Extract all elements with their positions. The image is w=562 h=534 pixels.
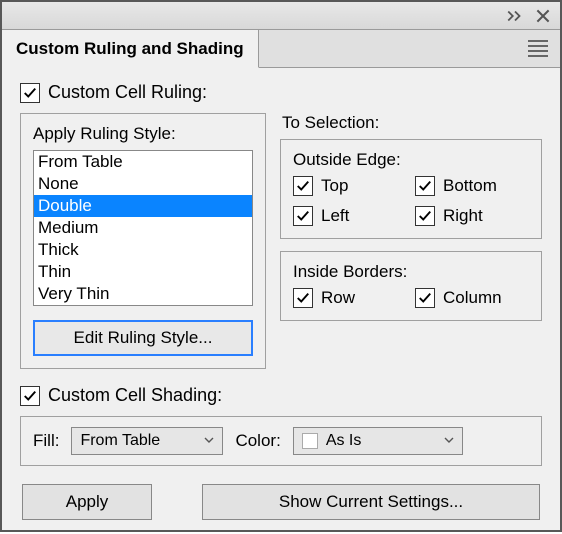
color-select[interactable]: As Is	[293, 427, 463, 455]
dialog-body: Custom Cell Ruling: Apply Ruling Style: …	[2, 68, 560, 534]
inside-borders-group: Inside Borders: Row Column	[280, 251, 542, 321]
inside-row-checkbox[interactable]	[293, 288, 313, 308]
inside-column-row: Column	[415, 288, 529, 308]
outside-edge-group: Outside Edge: Top Bottom Left	[280, 139, 542, 239]
inside-column-label: Column	[443, 288, 502, 308]
chevron-down-icon	[204, 432, 214, 450]
list-item[interactable]: None	[34, 173, 252, 195]
bottom-button-row: Apply Show Current Settings...	[20, 484, 542, 520]
apply-button[interactable]: Apply	[22, 484, 152, 520]
to-selection-column: To Selection: Outside Edge: Top Bottom	[280, 113, 542, 369]
custom-cell-shading-checkbox[interactable]	[20, 386, 40, 406]
outside-left-row: Left	[293, 206, 407, 226]
outside-bottom-checkbox[interactable]	[415, 176, 435, 196]
to-selection-label: To Selection:	[280, 113, 542, 133]
inside-row-row: Row	[293, 288, 407, 308]
show-current-settings-button[interactable]: Show Current Settings...	[202, 484, 540, 520]
color-swatch	[302, 433, 318, 449]
panel-menu-icon[interactable]	[526, 40, 560, 57]
apply-ruling-style-group: Apply Ruling Style: From Table None Doub…	[20, 113, 266, 369]
edit-ruling-style-button[interactable]: Edit Ruling Style...	[33, 320, 253, 356]
outside-edge-label: Outside Edge:	[293, 150, 529, 170]
list-item[interactable]: Double	[34, 195, 252, 217]
minimize-icon[interactable]	[506, 7, 524, 25]
custom-cell-ruling-label: Custom Cell Ruling:	[48, 82, 207, 103]
fill-select[interactable]: From Table	[71, 427, 223, 455]
shading-controls-group: Fill: From Table Color: As Is	[20, 416, 542, 466]
outside-bottom-row: Bottom	[415, 176, 529, 196]
list-item[interactable]: Thin	[34, 261, 252, 283]
inside-row-label: Row	[321, 288, 355, 308]
ruling-columns: Apply Ruling Style: From Table None Doub…	[20, 113, 542, 369]
list-item[interactable]: Very Thin	[34, 283, 252, 305]
fill-select-value: From Table	[80, 432, 160, 450]
color-select-value: As Is	[326, 432, 362, 450]
custom-cell-shading-row: Custom Cell Shading:	[20, 385, 542, 406]
outside-right-label: Right	[443, 206, 483, 226]
inside-borders-label: Inside Borders:	[293, 262, 529, 282]
tab-custom-ruling[interactable]: Custom Ruling and Shading	[2, 30, 259, 68]
dialog-custom-ruling-shading: Custom Ruling and Shading Custom Cell Ru…	[0, 0, 562, 532]
tabbar: Custom Ruling and Shading	[2, 30, 560, 68]
outside-bottom-label: Bottom	[443, 176, 497, 196]
fill-label: Fill:	[33, 431, 59, 451]
custom-cell-ruling-row: Custom Cell Ruling:	[20, 82, 542, 103]
outside-left-label: Left	[321, 206, 349, 226]
ruling-style-list[interactable]: From Table None Double Medium Thick Thin…	[33, 150, 253, 306]
list-item[interactable]: Thick	[34, 239, 252, 261]
list-item[interactable]: Medium	[34, 217, 252, 239]
outside-top-label: Top	[321, 176, 348, 196]
outside-right-checkbox[interactable]	[415, 206, 435, 226]
titlebar	[2, 2, 560, 30]
custom-cell-ruling-checkbox[interactable]	[20, 83, 40, 103]
list-item[interactable]: From Table	[34, 151, 252, 173]
close-icon[interactable]	[534, 7, 552, 25]
outside-top-row: Top	[293, 176, 407, 196]
apply-ruling-style-label: Apply Ruling Style:	[33, 124, 253, 144]
color-label: Color:	[235, 431, 280, 451]
outside-left-checkbox[interactable]	[293, 206, 313, 226]
outside-right-row: Right	[415, 206, 529, 226]
outside-top-checkbox[interactable]	[293, 176, 313, 196]
inside-column-checkbox[interactable]	[415, 288, 435, 308]
custom-cell-shading-label: Custom Cell Shading:	[48, 385, 222, 406]
chevron-down-icon	[444, 432, 454, 450]
